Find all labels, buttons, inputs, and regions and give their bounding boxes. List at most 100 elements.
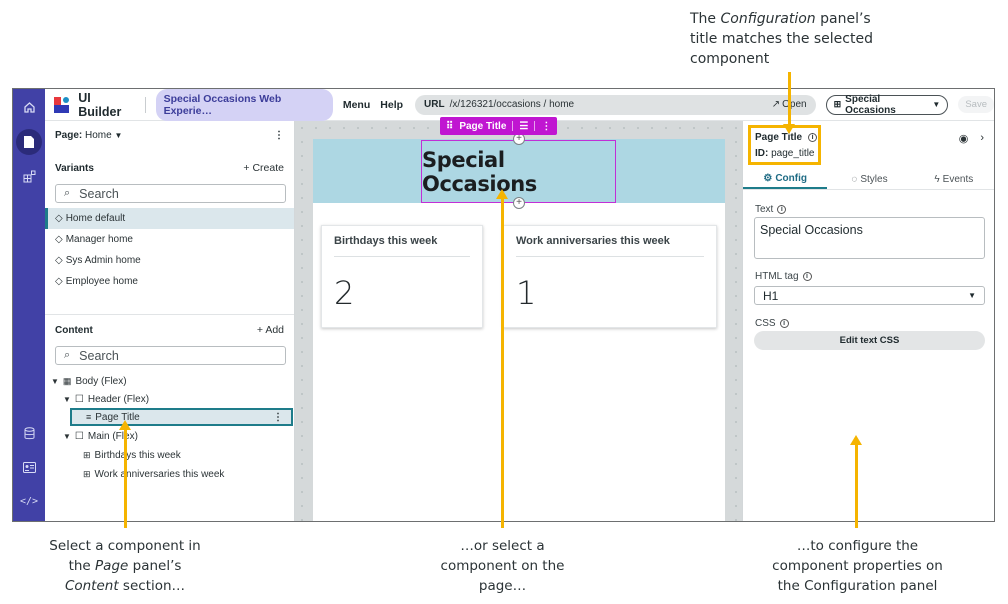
html-tag-select[interactable]: H1 ▼ — [754, 286, 985, 305]
variant-item-employee-home[interactable]: ◇ Employee home — [45, 271, 294, 292]
variant-item-sys-admin-home[interactable]: ◇ Sys Admin home — [45, 250, 294, 271]
content-search-input[interactable]: ⌕ Search — [55, 346, 286, 365]
page-selector[interactable]: Page: Home ▼ — [55, 130, 122, 141]
divider — [334, 256, 470, 257]
create-variant-button[interactable]: + Create — [243, 162, 284, 174]
config-tabs: ⚙ Config ◌ Styles ϟ Events — [743, 170, 994, 190]
settings-sliders-icon[interactable]: ☰ — [519, 121, 528, 132]
diamond-icon: ◇ — [55, 234, 63, 245]
help-button[interactable]: Help — [380, 99, 403, 111]
configuration-panel: Page Title i ID: page_title ◉ › ⚙ Config … — [742, 121, 994, 521]
arrow-up-line — [124, 428, 127, 528]
work-anniversaries-card[interactable]: Work anniversaries this week 1 — [503, 225, 717, 328]
page-preview: Special Occasions + + ⠿ Page Title ☰ ⋮ B… — [313, 117, 725, 521]
divider — [516, 256, 704, 257]
more-options-icon[interactable]: ⋮ — [274, 130, 284, 141]
variant-item-manager-home[interactable]: ◇ Manager home — [45, 229, 294, 250]
annotation-select-on-page: …or select a component on the page… — [440, 538, 565, 594]
annotation-content-section: Select a component in the Page panel’s C… — [49, 538, 201, 594]
arrow-up-head — [850, 435, 862, 445]
info-icon[interactable]: i — [808, 133, 818, 142]
section-divider — [45, 314, 294, 315]
diamond-icon: ◇ — [55, 213, 63, 224]
caret-down-icon: ▼ — [114, 131, 123, 140]
divider — [144, 96, 146, 113]
drag-handle-icon[interactable]: ⠿ — [446, 121, 453, 132]
tab-events[interactable]: ϟ Events — [912, 170, 994, 189]
divider — [534, 121, 536, 131]
hierarchy-icon: ⊞ — [833, 99, 842, 109]
url-bar[interactable]: URL /x/126321/occasions / home ↗ Open — [415, 94, 816, 115]
caret-down-icon: ▼ — [968, 291, 976, 300]
data-icon[interactable] — [19, 423, 39, 443]
add-component-button[interactable]: + Add — [257, 324, 284, 336]
menu-button[interactable]: Menu — [343, 99, 370, 111]
more-options-icon[interactable]: ⋮ — [541, 121, 551, 132]
text-field-label: Text i — [755, 204, 787, 215]
page-panel: Page: Home ▼ ⋮ Variants + Create ⌕ Searc… — [45, 121, 295, 521]
search-icon: ⌕ — [64, 349, 71, 361]
container-icon: ☐ — [74, 430, 84, 442]
expand-caret-icon[interactable]: ▼ — [63, 395, 71, 404]
header-container[interactable]: Special Occasions + + — [313, 133, 725, 209]
add-below-icon[interactable]: + — [513, 197, 525, 209]
page-title-component[interactable]: Special Occasions — [421, 140, 616, 203]
code-icon[interactable]: </> — [19, 491, 39, 511]
home-icon[interactable] — [19, 97, 39, 117]
container-icon: ☐ — [74, 393, 84, 405]
arrow-up-head — [119, 420, 131, 430]
info-icon[interactable]: i — [777, 205, 787, 214]
tree-item-header[interactable]: ▼ ☐ Header (Flex) — [63, 390, 149, 408]
css-label: CSS i — [755, 318, 789, 329]
url-path[interactable]: /x/126321/occasions / home — [450, 99, 772, 110]
text-icon: ≡ — [86, 412, 92, 422]
experience-pill[interactable]: Special Occasions Web Experie… — [155, 89, 333, 121]
content-title: Content — [55, 324, 93, 336]
component-icon: ⊞ — [83, 449, 91, 460]
diamond-icon: ◇ — [55, 255, 63, 266]
arrow-up-line — [501, 198, 504, 528]
arrow-up-line — [855, 444, 858, 528]
tab-styles[interactable]: ◌ Styles — [827, 170, 911, 189]
birthdays-card[interactable]: Birthdays this week 2 — [321, 225, 483, 328]
tree-item-page-title[interactable]: ≡ Page Title ⋮ — [70, 408, 293, 426]
tree-item-body[interactable]: ▼ ▦ Body (Flex) — [51, 372, 127, 390]
info-icon[interactable]: i — [779, 319, 789, 328]
bolt-icon: ϟ — [934, 174, 940, 185]
info-icon[interactable]: i — [802, 272, 812, 281]
palette-icon: ◌ — [851, 174, 858, 185]
text-input[interactable]: Special Occasions — [754, 217, 985, 259]
page-icon[interactable] — [16, 129, 42, 155]
form-icon[interactable] — [19, 457, 39, 477]
divider — [512, 121, 514, 131]
tree-item-work-anniversaries[interactable]: ⊞ Work anniversaries this week — [83, 465, 224, 483]
variants-header: Variants + Create — [55, 162, 284, 174]
save-button[interactable]: Save — [958, 96, 994, 113]
experience-selector[interactable]: ⊞ Special Occasions ▼ — [825, 94, 949, 116]
arrow-down-head — [783, 124, 795, 134]
more-options-icon[interactable]: ⋮ — [273, 412, 283, 423]
expand-caret-icon[interactable]: ▼ — [51, 377, 59, 386]
annotation-configure-properties: …to configure the component properties o… — [772, 538, 943, 594]
chevron-right-icon[interactable]: › — [980, 132, 984, 145]
url-label: URL — [424, 99, 445, 110]
expand-caret-icon[interactable]: ▼ — [63, 432, 71, 441]
app-title: UI Builder — [78, 90, 122, 119]
card-title: Work anniversaries this week — [516, 235, 670, 247]
arrow-up-head — [496, 189, 508, 199]
tree-item-birthdays[interactable]: ⊞ Birthdays this week — [83, 446, 181, 464]
toolbar-component-label: Page Title — [459, 120, 507, 132]
card-value: 2 — [334, 274, 355, 312]
eye-icon[interactable]: ◉ — [959, 132, 969, 145]
tab-config[interactable]: ⚙ Config — [743, 170, 828, 189]
variant-item-home-default[interactable]: ◇ Home default — [45, 208, 294, 229]
page-selector-row: Page: Home ▼ ⋮ — [55, 130, 284, 141]
component-toolbar: ⠿ Page Title ☰ ⋮ — [440, 117, 558, 135]
card-value: 1 — [516, 274, 537, 312]
content-header: Content + Add — [55, 324, 284, 336]
edit-text-css-button[interactable]: Edit text CSS — [754, 331, 985, 350]
left-rail: </> — [13, 89, 45, 521]
components-icon[interactable] — [19, 166, 39, 186]
variants-search-input[interactable]: ⌕ Search — [55, 184, 286, 203]
chevron-down-icon: ▼ — [932, 100, 941, 109]
